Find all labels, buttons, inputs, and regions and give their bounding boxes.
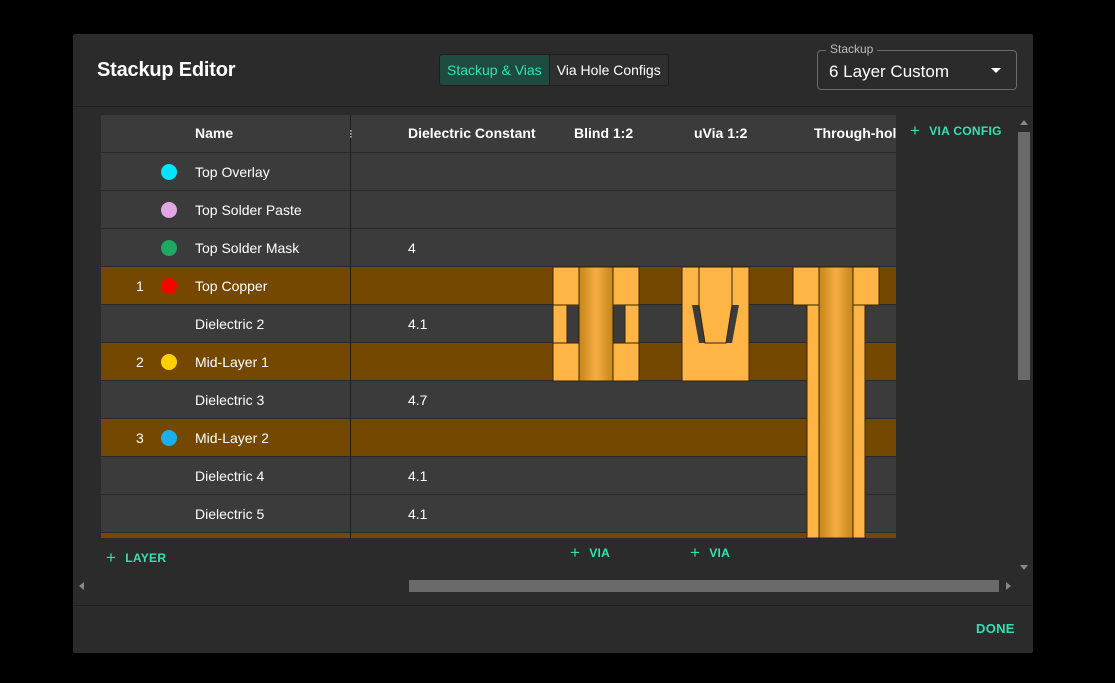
chevron-down-icon xyxy=(991,68,1001,73)
add-via-label: VIA xyxy=(709,546,731,560)
plus-icon: + xyxy=(570,543,581,562)
add-via-button-1[interactable]: + VIA xyxy=(570,542,610,562)
tab-stackup-vias[interactable]: Stackup & Vias xyxy=(440,55,550,85)
scroll-up-arrow-icon[interactable] xyxy=(1020,120,1028,125)
stackup-select-value: 6 Layer Custom xyxy=(829,62,949,81)
tab-via-hole-configs[interactable]: Via Hole Configs xyxy=(549,55,668,85)
micro-via[interactable] xyxy=(681,266,750,382)
add-via-config-button[interactable]: + VIA CONFIG xyxy=(910,120,1002,140)
add-via-config-label: VIA CONFIG xyxy=(929,124,1002,138)
plus-icon: + xyxy=(690,543,701,562)
column-divider[interactable] xyxy=(350,115,351,538)
stackup-table: Name Dielectric Constant Blind 1:2 uVia … xyxy=(101,115,896,538)
via-config-panel: + VIA CONFIG xyxy=(896,115,1016,538)
scroll-right-arrow-icon[interactable] xyxy=(1006,582,1011,590)
add-via-button-2[interactable]: + VIA xyxy=(690,542,730,562)
add-layer-label: LAYER xyxy=(125,551,167,565)
stackup-select[interactable]: Stackup 6 Layer Custom xyxy=(817,42,1017,90)
scroll-down-arrow-icon[interactable] xyxy=(1020,565,1028,570)
header-divider xyxy=(73,106,1033,107)
plus-icon: + xyxy=(106,548,117,567)
via-diagram xyxy=(552,266,880,538)
add-layer-button[interactable]: + LAYER xyxy=(106,547,166,567)
through-hole-via[interactable] xyxy=(792,266,880,538)
footer-divider xyxy=(73,605,1033,606)
plus-icon: + xyxy=(910,121,921,140)
column-resize-handle[interactable]: ⁝ xyxy=(349,127,353,141)
view-toggle: Stackup & Vias Via Hole Configs xyxy=(439,54,669,86)
horizontal-scrollbar[interactable] xyxy=(409,580,999,592)
vertical-scrollbar[interactable] xyxy=(1018,132,1030,380)
scroll-left-arrow-icon[interactable] xyxy=(79,582,84,590)
stackup-editor-dialog: Stackup Editor Stackup & Vias Via Hole C… xyxy=(73,34,1033,653)
stackup-select-label: Stackup xyxy=(826,42,878,56)
done-button[interactable]: DONE xyxy=(976,621,1015,636)
dialog-title: Stackup Editor xyxy=(97,59,236,81)
blind-via[interactable] xyxy=(552,266,640,382)
add-via-label: VIA xyxy=(589,546,611,560)
